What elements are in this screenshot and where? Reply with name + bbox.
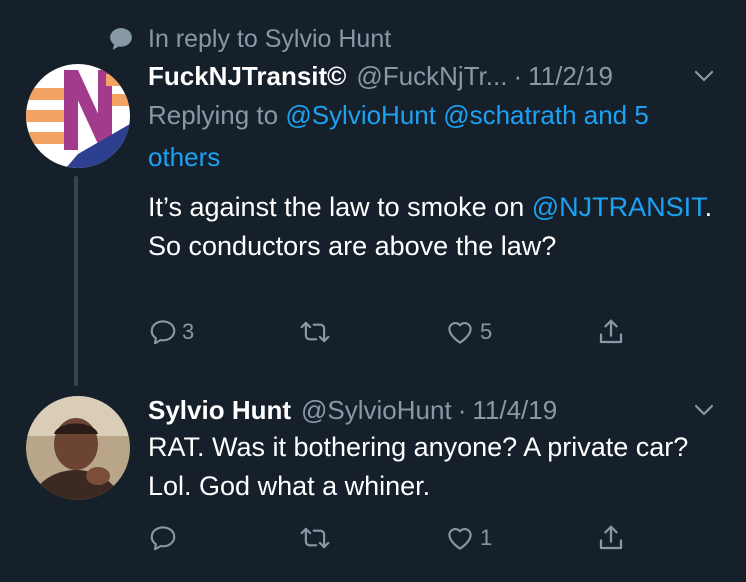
tweet-text: RAT. Was it bothering anyone? A private … [148,432,689,501]
like-count: 5 [480,319,493,344]
share-button[interactable] [596,518,626,558]
separator-dot: · [513,60,523,91]
heart-icon [448,322,472,344]
display-name[interactable]: FuckNJTransit© [148,61,346,92]
reply-icon [150,320,176,345]
separator-dot: · [457,394,467,425]
retweet-button[interactable] [298,312,336,352]
tweet-text: It’s against the law to smoke on @NJTRAN… [148,188,718,266]
replying-to: Replying to @SylvioHunt @schatrath and 5… [148,94,718,178]
like-button[interactable]: 1 [444,518,492,558]
tweet-header: FuckNJTransit© @FuckNjTr... · 11/2/19 [148,56,716,96]
tweet-fucknjtransit[interactable]: FuckNJTransit© @FuckNjTr... · 11/2/19 Re… [0,0,746,370]
tweet-actions: 1 [148,518,648,558]
heart-icon [448,528,472,550]
avatar[interactable] [26,396,130,500]
tweet-date[interactable]: 11/4/19 [472,395,557,426]
retweet-icon [300,527,330,549]
share-icon [599,525,623,550]
username[interactable]: @SylvioHunt [301,395,452,426]
tweet-date[interactable]: 11/2/19 [528,61,613,92]
share-icon [599,319,623,344]
like-count: 1 [480,525,493,550]
reply-icon [150,526,176,551]
reply-count: 3 [182,319,195,344]
replying-to-label: Replying to [148,100,279,130]
like-button[interactable]: 5 [444,312,492,352]
chevron-down-icon[interactable] [692,64,716,88]
chevron-down-icon[interactable] [692,398,716,422]
retweet-icon [300,321,330,343]
tweet-actions: 3 5 [148,312,648,352]
reply-button[interactable] [148,518,182,558]
tweet-header: Sylvio Hunt @SylvioHunt · 11/4/19 [148,390,716,430]
share-button[interactable] [596,312,626,352]
mention-link[interactable]: @NJTRANSIT [532,192,705,222]
display-name[interactable]: Sylvio Hunt [148,395,291,426]
avatar[interactable] [26,64,130,168]
tweet-sylviohunt[interactable]: Sylvio Hunt @SylvioHunt · 11/4/19 RAT. W… [0,370,746,582]
reply-button[interactable]: 3 [148,312,194,352]
tweet-text-start: It’s against the law to smoke on [148,192,532,222]
username[interactable]: @FuckNjTr... [356,61,507,92]
retweet-button[interactable] [298,518,336,558]
